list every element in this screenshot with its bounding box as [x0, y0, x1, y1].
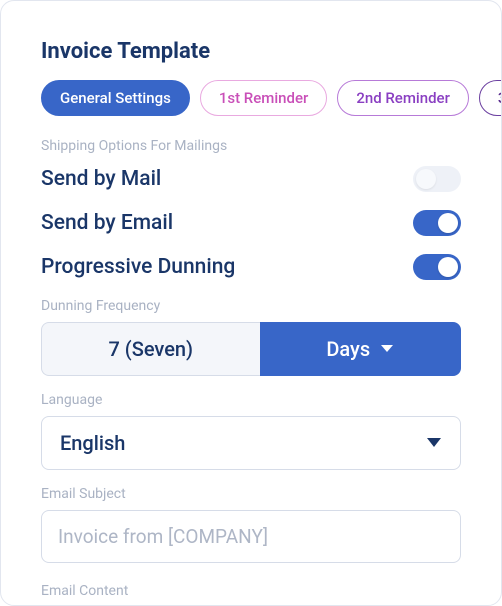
dunning-frequency-unit-select[interactable]: Days: [260, 322, 462, 376]
progressive-dunning-toggle[interactable]: [413, 254, 461, 280]
progressive-dunning-label: Progressive Dunning: [41, 255, 235, 279]
send-by-email-label: Send by Email: [41, 211, 173, 235]
language-select[interactable]: English: [41, 416, 461, 470]
language-label: Language: [41, 392, 461, 408]
email-subject-input[interactable]: [41, 510, 461, 563]
tab-3rd-reminder[interactable]: 3rd: [479, 80, 502, 116]
progressive-dunning-row: Progressive Dunning: [41, 254, 461, 280]
page-title: Invoice Template: [41, 39, 461, 64]
send-by-email-toggle[interactable]: [413, 210, 461, 236]
send-by-mail-label: Send by Mail: [41, 167, 161, 191]
invoice-template-panel: Invoice Template General Settings 1st Re…: [0, 0, 502, 606]
send-by-email-row: Send by Email: [41, 210, 461, 236]
tab-general-settings[interactable]: General Settings: [41, 80, 190, 116]
dunning-frequency-label: Dunning Frequency: [41, 298, 461, 314]
language-value: English: [60, 431, 125, 455]
email-content-label: Email Content: [41, 583, 461, 599]
chevron-down-icon: [380, 344, 394, 354]
toggle-knob: [416, 169, 436, 189]
dunning-frequency-unit-label: Days: [326, 337, 370, 361]
chevron-down-icon: [426, 437, 442, 449]
shipping-section-label: Shipping Options For Mailings: [41, 138, 461, 154]
tab-1st-reminder[interactable]: 1st Reminder: [200, 80, 327, 116]
email-subject-label: Email Subject: [41, 486, 461, 502]
tab-2nd-reminder[interactable]: 2nd Reminder: [337, 80, 469, 116]
toggle-knob: [438, 257, 458, 277]
toggle-knob: [438, 213, 458, 233]
dunning-frequency-group: 7 (Seven) Days: [41, 322, 461, 376]
send-by-mail-row: Send by Mail: [41, 166, 461, 192]
send-by-mail-toggle[interactable]: [413, 166, 461, 192]
dunning-frequency-input[interactable]: 7 (Seven): [41, 322, 260, 376]
tabs: General Settings 1st Reminder 2nd Remind…: [41, 80, 461, 116]
